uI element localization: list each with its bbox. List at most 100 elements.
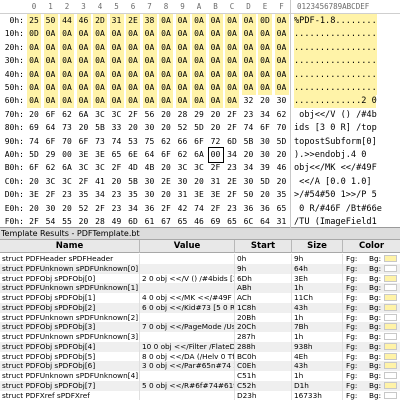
hex-byte[interactable]: 23 (242, 108, 256, 122)
hex-byte[interactable]: 65 (110, 148, 124, 162)
hex-byte[interactable]: 69 (209, 215, 223, 229)
hex-byte[interactable]: 3C (192, 161, 206, 175)
table-row[interactable]: struct PDFHeader sPDFHeader 0h 9h Fg: Bg: (0, 254, 400, 264)
hex-byte[interactable]: 0A (60, 94, 74, 109)
table-row[interactable]: struct PDFObj sPDFObj[7] 5 0 obj <</R#6f#… (0, 380, 400, 391)
hex-byte[interactable]: 38 (142, 14, 157, 28)
hex-byte[interactable]: 6F (44, 108, 58, 122)
hex-byte[interactable]: 0A (93, 54, 107, 69)
hex-byte[interactable]: 0A (225, 67, 239, 82)
hex-byte[interactable]: 53 (126, 135, 140, 149)
cell-color[interactable]: Fg: Bg: (343, 293, 400, 303)
hex-byte[interactable]: 0A (142, 27, 157, 42)
hex-byte[interactable]: 0A (192, 81, 206, 95)
hex-row-ascii[interactable]: obj<</V () /#4b (294, 108, 377, 122)
hex-byte[interactable]: 3C (93, 108, 107, 122)
table-row[interactable]: struct PDFObj sPDFObj[3] 7 0 obj <</PageM… (0, 322, 400, 332)
hex-byte[interactable]: 0A (192, 40, 206, 55)
hex-byte[interactable]: 0A (274, 67, 289, 82)
color-swatch[interactable] (384, 284, 397, 292)
hex-byte[interactable]: 0A (258, 81, 272, 95)
hex-byte[interactable]: 30 (258, 148, 272, 162)
hex-byte[interactable]: 2F (44, 188, 58, 202)
hex-byte[interactable]: 20 (159, 161, 173, 175)
hex-byte[interactable]: 0A (175, 67, 190, 82)
hex-byte[interactable]: 20 (209, 121, 223, 135)
hex-byte[interactable]: 0A (60, 54, 74, 69)
hex-byte[interactable]: 6F (258, 121, 272, 135)
hex-byte[interactable]: 20 (77, 121, 91, 135)
hex-byte[interactable]: 62 (44, 161, 58, 175)
template-results-table[interactable]: Name Value Start Size Color struct PDFHe… (0, 240, 400, 400)
hex-byte[interactable]: 6E (126, 148, 140, 162)
hex-byte[interactable]: 0A (175, 81, 190, 95)
hex-byte[interactable]: 0A (241, 67, 256, 82)
hex-byte[interactable]: 20 (192, 175, 206, 189)
hex-byte[interactable]: 0A (274, 14, 289, 28)
hex-byte[interactable]: 2F (209, 161, 223, 175)
hex-byte[interactable]: 0A (76, 40, 91, 55)
hex-byte[interactable]: 35 (77, 188, 91, 202)
hex-byte[interactable]: 23 (110, 202, 124, 216)
hex-byte[interactable]: 20 (77, 215, 91, 229)
hex-row-ascii[interactable]: ).>>endobj.4 0 (294, 148, 372, 162)
hex-byte[interactable]: 3E (27, 188, 41, 202)
hex-byte[interactable]: 0A (109, 54, 124, 69)
hex-byte[interactable]: 0A (43, 81, 58, 95)
hex-byte[interactable]: 0A (60, 67, 74, 82)
table-row[interactable]: struct PDFUnknown sPDFUnknown[0] 9h 64h Fg:… (0, 263, 400, 274)
hex-byte[interactable]: 0D (258, 14, 272, 28)
cell-color[interactable]: Fg: Bg: (343, 283, 400, 293)
hex-byte[interactable]: 2E (126, 14, 140, 28)
hex-byte[interactable]: 0A (192, 67, 206, 82)
hex-byte[interactable]: 0A (225, 14, 239, 28)
hex-byte[interactable]: 32 (242, 94, 256, 108)
hex-byte[interactable]: 0A (43, 94, 58, 109)
hex-byte[interactable]: 33 (110, 121, 124, 135)
table-row[interactable]: struct PDFObj sPDFObj[4] 10 0 obj <</Filt… (0, 341, 400, 352)
color-swatch[interactable] (384, 255, 397, 262)
hex-byte[interactable]: 29 (44, 148, 58, 162)
hex-byte[interactable]: 6F (77, 135, 91, 149)
table-row[interactable]: struct PDFObj sPDFObj[0] 2 0 obj <</V () … (0, 273, 400, 284)
hex-byte[interactable]: 36 (143, 202, 157, 216)
hex-byte[interactable]: 0A (93, 94, 107, 109)
hex-byte[interactable]: 3C (77, 161, 91, 175)
hex-byte[interactable]: 3C (110, 108, 124, 122)
hex-row-ascii[interactable]: %PDF-1.8........ (294, 14, 377, 28)
hex-byte[interactable]: 28 (176, 108, 190, 122)
color-swatch[interactable] (384, 391, 397, 399)
cell-color[interactable]: Fg: Bg: (343, 342, 400, 352)
hex-byte[interactable]: 70 (275, 121, 289, 135)
hex-byte[interactable]: 0A (258, 40, 272, 55)
hex-editor-view[interactable]: 0123456789ABCDEF 0123456789ABCDEF 0h: 25 5… (0, 0, 400, 228)
hex-byte[interactable]: 6A (192, 148, 206, 162)
cell-color[interactable]: Fg: Bg: (343, 361, 400, 371)
hex-row-ascii[interactable]: ................ (294, 81, 377, 95)
hex-byte[interactable]: 00 (60, 148, 74, 162)
hex-byte[interactable]: 0A (175, 40, 190, 55)
hex-row-ascii[interactable]: topostSubform[0] (294, 135, 377, 149)
hex-row-ascii[interactable]: <</A [0.0 1.0] (294, 175, 377, 189)
color-swatch[interactable] (384, 323, 397, 331)
hex-byte[interactable]: 30 (143, 175, 157, 189)
hex-byte[interactable]: 0A (241, 27, 256, 42)
hex-byte[interactable]: 2E (159, 175, 173, 189)
hex-byte[interactable]: 0A (225, 27, 239, 42)
hex-byte[interactable]: 6C (242, 215, 256, 229)
hex-byte[interactable]: 2F (93, 202, 107, 216)
hex-byte[interactable]: 23 (110, 188, 124, 202)
hex-byte[interactable]: 35 (126, 188, 140, 202)
hex-byte[interactable]: 6D (126, 215, 140, 229)
hex-byte[interactable]: 61 (143, 215, 157, 229)
hex-byte[interactable]: 20 (27, 202, 41, 216)
hex-byte[interactable]: 20 (159, 108, 173, 122)
hex-byte[interactable]: 74 (242, 121, 256, 135)
hex-byte[interactable]: 3C (44, 175, 58, 189)
hex-byte[interactable]: 64 (44, 121, 58, 135)
hex-byte[interactable]: 65 (176, 215, 190, 229)
hex-byte[interactable]: 20 (27, 175, 41, 189)
hex-byte[interactable]: 0A (109, 67, 124, 82)
hex-byte[interactable]: 3C (60, 175, 74, 189)
hex-byte[interactable]: 42 (176, 202, 190, 216)
